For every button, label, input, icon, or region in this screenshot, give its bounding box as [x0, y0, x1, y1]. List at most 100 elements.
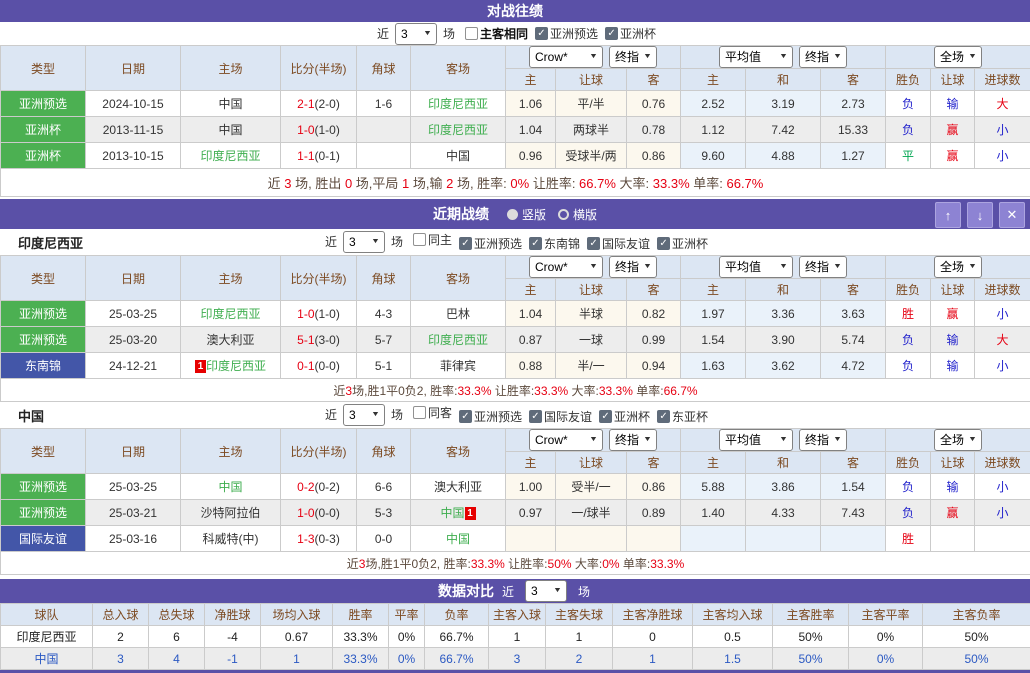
h2h-avg-time-select[interactable]: 终指▼ — [799, 46, 847, 68]
h2h-rounds-select[interactable]: 3▼ — [395, 23, 437, 45]
indonesia-filter-checkbox-2[interactable]: 东南锦 — [529, 235, 580, 252]
cell-date: 25-03-16 — [86, 526, 181, 552]
checkbox-label: 亚洲杯 — [672, 235, 708, 252]
indonesia-recent-scope-select[interactable]: 全场▼ — [934, 256, 982, 278]
h2h-avg-select[interactable]: 平均值▼ — [719, 46, 793, 68]
cell-away: 印度尼西亚 — [411, 117, 506, 143]
china-recent-avg-time-select[interactable]: 终指▼ — [799, 429, 847, 451]
cell-average-odds — [821, 526, 886, 552]
cell-handicap-odds: 一/球半 — [556, 500, 627, 526]
indonesia-filter-checkbox-4[interactable]: 亚洲杯 — [657, 235, 708, 252]
odds-group-header: Crow*▼ 终指▼ — [506, 429, 681, 452]
result-value: 胜 — [902, 307, 914, 321]
avg-group-header: 平均值▼ 终指▼ — [681, 256, 886, 279]
china-filter-checkbox-4[interactable]: 东亚杯 — [657, 408, 708, 425]
h2h-avg-time-select-value: 终指 — [805, 50, 829, 64]
team-name: 印度尼西亚 — [200, 307, 260, 321]
china-recent-table: 类型日期主场比分(半场)角球客场Crow*▼终指▼平均值▼终指▼全场▼主让球客主… — [0, 428, 1030, 575]
result-value: 胜 — [902, 532, 914, 546]
china-games-label: 场 — [391, 408, 403, 422]
china-recent-avg-select[interactable]: 平均值▼ — [719, 429, 793, 451]
home-team: 印度尼西亚 — [200, 307, 260, 321]
half-time-score: (1-0) — [315, 307, 340, 321]
h2h-odds-time-select[interactable]: 终指▼ — [609, 46, 657, 68]
cell-date: 25-03-25 — [86, 301, 181, 327]
cell-average-odds: 1.63 — [681, 353, 746, 379]
h2h-filter-checkbox-0[interactable]: 主客相同 — [465, 25, 528, 42]
cell-average-odds: 2.73 — [821, 91, 886, 117]
checkbox-checked-icon — [459, 410, 472, 423]
indonesia-filter-checkbox-3[interactable]: 国际友谊 — [587, 235, 650, 252]
h2h-section: 对战往绩 近3▼场主客相同亚洲预选亚洲杯 类型日期主场比分(半场)角球客场Cro… — [0, 0, 1030, 197]
comparison-select-slot: 3▼ — [522, 580, 570, 602]
comparison-rounds-select[interactable]: 3▼ — [525, 580, 567, 602]
summary-segment: 33.3% — [599, 384, 633, 398]
table-row: 中国34-1133.3%0%66.7%3211.550%0%50% — [1, 648, 1030, 670]
china-filter-checkbox-1[interactable]: 亚洲预选 — [459, 408, 522, 425]
recent-title: 近期战绩 — [433, 204, 489, 224]
h2h-odds-company-select[interactable]: Crow*▼ — [529, 46, 603, 68]
team-name: 巴林 — [446, 307, 470, 321]
china-filter-checkbox-2[interactable]: 国际友谊 — [529, 408, 592, 425]
cell-score: 0-1(0-0) — [281, 353, 357, 379]
result-value: 小 — [997, 123, 1009, 137]
cell-average-odds: 3.63 — [821, 301, 886, 327]
cell-result: 输 — [931, 91, 975, 117]
indonesia-recent-odds-time-select[interactable]: 终指▼ — [609, 256, 657, 278]
scroll-up-button[interactable]: ↑ — [935, 202, 961, 228]
indonesia-recent-avg-select[interactable]: 平均值▼ — [719, 256, 793, 278]
indonesia-recent-odds-company-select[interactable]: Crow*▼ — [529, 256, 603, 278]
cell-average-odds: 1.27 — [821, 143, 886, 169]
china-recent-scope-select[interactable]: 全场▼ — [934, 429, 982, 451]
close-button[interactable]: ✕ — [999, 202, 1025, 228]
col-header: 主场 — [181, 256, 281, 301]
summary-segment: 让胜率: — [492, 384, 535, 398]
cell-away: 印度尼西亚 — [411, 91, 506, 117]
result-value: 负 — [902, 123, 914, 137]
china-filter-row: 中国 近3▼场同客亚洲预选国际友谊亚洲杯东亚杯 — [0, 402, 1030, 428]
china-recent-odds-time-select[interactable]: 终指▼ — [609, 429, 657, 451]
col-subheader: 主 — [681, 69, 746, 91]
cell-result: 负 — [886, 353, 931, 379]
indonesia-filter-checkbox-0[interactable]: 同主 — [413, 231, 452, 248]
col-header: 主客平率 — [849, 604, 923, 626]
h2h-filter-checkbox-1[interactable]: 亚洲预选 — [535, 25, 598, 42]
col-header: 主客均入球 — [693, 604, 773, 626]
cell-result: 负 — [886, 91, 931, 117]
layout-radio-vertical[interactable]: 竖版 — [507, 206, 546, 223]
cell-score: 0-2(0-2) — [281, 474, 357, 500]
cell-stat: 0% — [849, 648, 923, 670]
summary-segment: 场, 胜率: — [453, 176, 510, 191]
layout-radio-horizontal[interactable]: 横版 — [558, 206, 597, 223]
cell-away: 菲律宾 — [411, 353, 506, 379]
col-subheader: 让球 — [931, 69, 975, 91]
china-rounds-select[interactable]: 3▼ — [343, 404, 385, 426]
china-filter-checkbox-3[interactable]: 亚洲杯 — [599, 408, 650, 425]
cell-average-odds: 4.33 — [746, 500, 821, 526]
h2h-table-container: 类型日期主场比分(半场)角球客场Crow*▼终指▼平均值▼终指▼全场▼主让球客主… — [0, 45, 1030, 197]
cell-away: 印度尼西亚 — [411, 327, 506, 353]
h2h-scope-select[interactable]: 全场▼ — [934, 46, 982, 68]
chevron-down-icon: ▼ — [371, 235, 380, 249]
cell-score: 1-3(0-3) — [281, 526, 357, 552]
team-name: 印度尼西亚 — [200, 149, 260, 163]
team-name: 澳大利亚 — [434, 480, 482, 494]
col-subheader: 和 — [746, 279, 821, 301]
cell-date: 25-03-20 — [86, 327, 181, 353]
china-recent-odds-company-select[interactable]: Crow*▼ — [529, 429, 603, 451]
indonesia-recent-avg-time-select[interactable]: 终指▼ — [799, 256, 847, 278]
china-filter-checkbox-0[interactable]: 同客 — [413, 404, 452, 421]
col-subheader: 让球 — [556, 69, 627, 91]
full-time-score: 0-1 — [297, 359, 314, 373]
indonesia-rounds-select[interactable]: 3▼ — [343, 231, 385, 253]
result-value: 输 — [946, 480, 958, 494]
cell-stat: -1 — [205, 648, 261, 670]
scroll-down-button[interactable]: ↓ — [967, 202, 993, 228]
comparison-near-label: 近 — [502, 583, 514, 600]
summary-segment: 场, 胜出 — [292, 176, 345, 191]
col-header: 类型 — [1, 429, 86, 474]
summary-segment: 33.3% — [534, 384, 568, 398]
h2h-filter-checkbox-2[interactable]: 亚洲杯 — [605, 25, 656, 42]
indonesia-filter-checkbox-1[interactable]: 亚洲预选 — [459, 235, 522, 252]
cell-stat: 66.7% — [425, 626, 489, 648]
